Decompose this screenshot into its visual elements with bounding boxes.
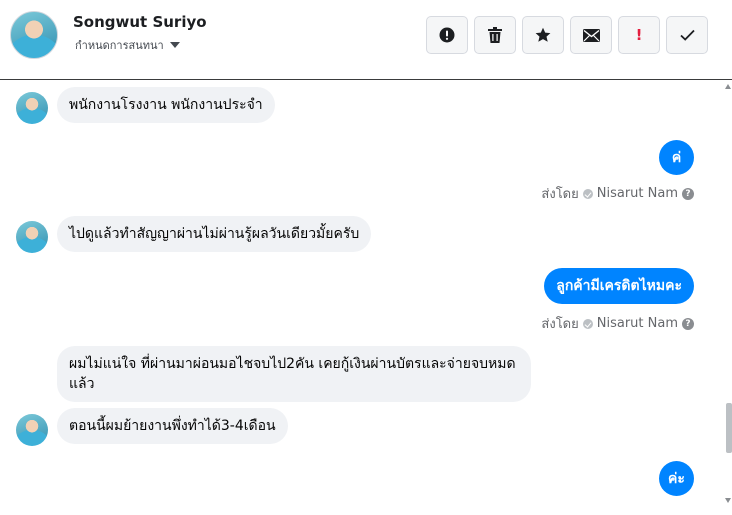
outgoing-message: ค่ — [659, 140, 694, 175]
sent-by-author[interactable]: Nisarut Nam — [597, 186, 678, 201]
contact-avatar-small[interactable] — [16, 414, 48, 446]
sent-by-label: ส่งโดย — [541, 187, 579, 202]
scroll-down-arrow-icon[interactable] — [725, 498, 731, 503]
envelope-icon — [582, 28, 600, 42]
star-icon — [535, 27, 551, 42]
incoming-message: ไปดูแล้วทำสัญญาผ่านไม่ผ่านรู้ผลวันเดียวม… — [57, 216, 372, 252]
sent-by-info: ส่งโดย Nisarut Nam ? — [541, 183, 694, 204]
outgoing-message: ค่ะ — [659, 461, 694, 496]
contact-avatar-small[interactable] — [16, 221, 48, 253]
conversation-header: Songwut Suriyo กำหนดการสนทนา ! — [0, 0, 732, 80]
incoming-message: ผมไม่แน่ใจ ที่ผ่านมาผ่อนมอไชจบไป2คัน เคย… — [57, 346, 531, 402]
conversation-schedule-dropdown[interactable]: กำหนดการสนทนา — [75, 36, 180, 54]
outgoing-message: ลูกค้ามีเครดิตไหมคะ — [544, 268, 694, 304]
sent-by-label: ส่งโดย — [541, 317, 579, 332]
help-icon[interactable]: ? — [682, 187, 694, 200]
mark-done-button[interactable] — [666, 16, 708, 54]
exclamation-circle-icon — [439, 27, 455, 43]
exclamation-icon: ! — [635, 26, 643, 44]
contact-avatar[interactable] — [10, 11, 58, 59]
scrollbar-thumb[interactable] — [726, 403, 732, 453]
sent-by-author[interactable]: Nisarut Nam — [597, 316, 678, 331]
flag-button[interactable]: ! — [618, 16, 660, 54]
checkmark-icon — [679, 29, 695, 41]
sent-by-info: ส่งโดย Nisarut Nam ? — [541, 313, 694, 334]
contact-avatar-small[interactable] — [16, 92, 48, 124]
contact-name[interactable]: Songwut Suriyo — [73, 13, 207, 31]
check-circle-icon — [582, 188, 593, 199]
report-button[interactable] — [426, 16, 468, 54]
delete-button[interactable] — [474, 16, 516, 54]
scroll-up-arrow-icon[interactable] — [725, 84, 731, 89]
help-icon[interactable]: ? — [682, 317, 694, 330]
incoming-message: ตอนนี้ผมย้ายงานพึ่งทำได้3-4เดือน — [57, 408, 288, 444]
trash-icon — [488, 27, 502, 43]
check-circle-icon — [582, 318, 593, 329]
mark-unread-button[interactable] — [570, 16, 612, 54]
incoming-message: พนักงานโรงงาน พนักงานประจำ — [57, 87, 275, 123]
star-button[interactable] — [522, 16, 564, 54]
caret-down-icon — [169, 42, 180, 48]
schedule-label: กำหนดการสนทนา — [75, 39, 164, 52]
